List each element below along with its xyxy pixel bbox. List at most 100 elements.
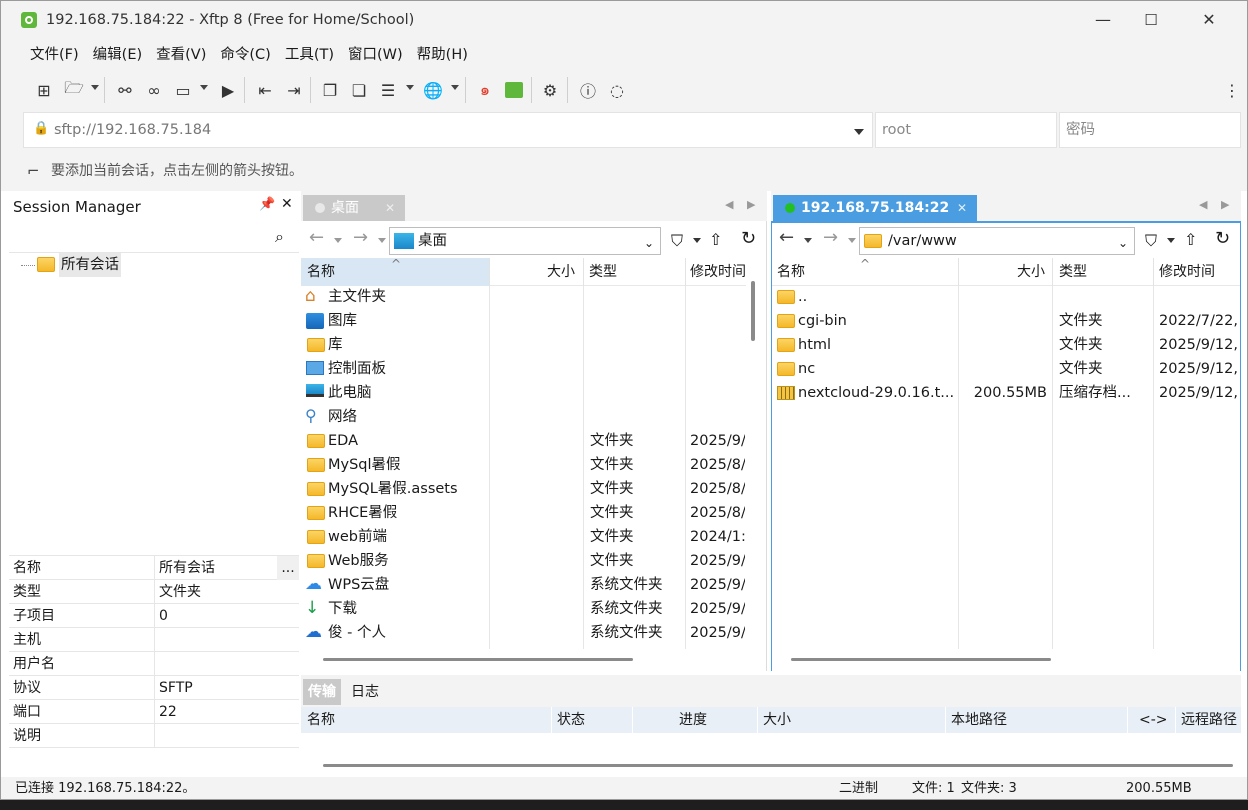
tab-scroll-left-icon[interactable]: ◀ [1199,198,1207,211]
remote-horizontal-scrollbar[interactable] [791,658,1051,661]
menu-window[interactable]: 窗口(W) [341,39,410,71]
file-row[interactable]: MySql暑假 文件夹 2025/8/ [305,453,745,477]
more-options-icon[interactable]: ⋮ [1221,79,1243,101]
tree-item-all-sessions[interactable]: 所有会话 [9,253,139,277]
file-row[interactable]: nextcloud-29.0.16.t... 200.55MB 压缩存档... 202… [775,381,1239,405]
col-transfer-local-path[interactable]: 本地路径 [951,707,1007,733]
copy-icon[interactable]: ❐ [319,79,341,101]
file-row[interactable]: 库 [305,333,745,357]
view-dropdown-icon[interactable] [406,85,414,90]
search-icon[interactable]: ⌕ [275,227,284,247]
menu-tools[interactable]: 工具(T) [278,39,341,71]
menu-view[interactable]: 查看(V) [149,39,213,71]
maximize-button[interactable]: ☐ [1131,1,1171,39]
file-row[interactable]: Web服务 文件夹 2025/9/ [305,549,745,573]
transfer-horizontal-scrollbar[interactable] [323,764,1233,767]
tab-close-icon[interactable]: ✕ [385,195,395,221]
file-row[interactable]: ☁ WPS云盘 系统文件夹 2025/9/ [305,573,745,597]
forward-dropdown-icon[interactable] [378,238,386,243]
play-icon[interactable]: ▶ [217,79,239,101]
back-icon[interactable]: ← [309,227,324,248]
file-row[interactable]: RHCE暑假 文件夹 2025/8/ [305,501,745,525]
col-modified[interactable]: 修改时间 [1159,258,1215,286]
tab-log[interactable]: 日志 [351,679,379,705]
refresh-icon[interactable]: ↻ [1215,228,1230,249]
file-row[interactable]: cgi-bin 文件夹 2022/7/22, [775,309,1239,333]
back-dropdown-icon[interactable] [334,238,342,243]
tab-scroll-left-icon[interactable]: ◀ [725,198,733,211]
remote-path-field[interactable]: /var/www ⌄ [859,227,1135,255]
session-dropdown-icon[interactable] [200,85,208,90]
minimize-button[interactable]: — [1083,1,1123,39]
paste-icon[interactable]: ❏ [348,79,370,101]
open-dropdown-icon[interactable] [91,85,99,90]
bookmark-icon[interactable]: ⛉ [1145,231,1157,251]
file-row[interactable]: ☁ 俊 - 个人 系统文件夹 2025/9/ [305,621,745,645]
file-row[interactable]: web前端 文件夹 2024/1: [305,525,745,549]
path-dropdown-icon[interactable]: ⌄ [644,236,654,250]
encoding-globe-icon[interactable]: 🌐 [422,79,444,101]
add-session-arrow-icon[interactable]: ⌐ [27,162,40,180]
close-window-button[interactable]: ✕ [1189,1,1229,39]
menu-command[interactable]: 命令(C) [213,39,277,71]
col-transfer-progress[interactable]: 进度 [679,707,707,733]
reconnect-icon[interactable]: ∞ [143,79,165,101]
col-transfer-size[interactable]: 大小 [763,707,791,733]
tab-scroll-right-icon[interactable]: ▶ [1221,198,1229,211]
file-row[interactable]: ↓ 下载 系统文件夹 2025/9/ [305,597,745,621]
forward-dropdown-icon[interactable] [848,238,856,243]
status-transfer-mode[interactable]: 二进制 [839,777,878,799]
local-path-field[interactable]: 桌面 ⌄ [389,227,661,255]
col-name[interactable]: 名称 [777,258,805,286]
session-window-icon[interactable]: ▭ [172,79,194,101]
col-name[interactable]: 名称 [307,258,335,286]
bookmark-dropdown-icon[interactable] [693,238,701,243]
col-transfer-direction[interactable]: <-> [1139,707,1168,733]
chat-icon[interactable]: ◌ [606,79,628,101]
local-horizontal-scrollbar[interactable] [323,658,633,661]
xshell-icon[interactable]: ๑ [474,79,496,101]
file-row[interactable]: ⌂ 主文件夹 [305,285,745,309]
col-size[interactable]: 大小 [547,258,575,286]
upload-icon[interactable]: ⇤ [254,79,276,101]
pin-icon[interactable]: 📌 [259,197,275,212]
open-folder-icon[interactable]: 🗁 [63,78,85,101]
back-dropdown-icon[interactable] [804,238,812,243]
password-field[interactable]: 密码 [1059,112,1241,148]
session-search-input[interactable] [9,223,299,253]
menu-help[interactable]: 帮助(H) [410,39,475,71]
col-transfer-remote-path[interactable]: 远程路径 [1181,707,1237,733]
encoding-dropdown-icon[interactable] [451,85,459,90]
url-field[interactable]: 🔒 sftp://192.168.75.184 [23,112,873,148]
file-row[interactable]: 此电脑 [305,381,745,405]
menu-file[interactable]: 文件(F) [23,39,86,71]
path-dropdown-icon[interactable]: ⌄ [1118,236,1128,250]
col-type[interactable]: 类型 [1059,258,1087,286]
disconnect-icon[interactable]: ⚯ [114,79,136,101]
bookmark-icon[interactable]: ⛉ [671,231,683,251]
more-button[interactable]: ... [277,556,299,580]
refresh-icon[interactable]: ↻ [741,228,756,249]
file-row[interactable]: nc 文件夹 2025/9/12, [775,357,1239,381]
file-row[interactable]: EDA 文件夹 2025/9/ [305,429,745,453]
col-transfer-name[interactable]: 名称 [307,707,335,733]
tab-close-icon[interactable]: ✕ [957,195,967,221]
file-row[interactable]: .. [775,285,1239,309]
file-row[interactable]: MySQL暑假.assets 文件夹 2025/8/ [305,477,745,501]
settings-gear-icon[interactable]: ⚙ [539,79,561,101]
file-row[interactable]: ⚲ 网络 [305,405,745,429]
forward-icon[interactable]: → [823,227,838,248]
local-vertical-scrollbar[interactable] [751,281,755,341]
back-icon[interactable]: ← [779,227,794,248]
forward-icon[interactable]: → [353,227,368,248]
close-panel-icon[interactable]: ✕ [281,196,293,212]
menu-edit[interactable]: 编辑(E) [86,39,149,71]
bookmark-dropdown-icon[interactable] [1167,238,1175,243]
parent-folder-icon[interactable]: ⇧ [709,230,722,249]
file-row[interactable]: 控制面板 [305,357,745,381]
col-modified[interactable]: 修改时间 [690,258,746,286]
download-icon[interactable]: ⇥ [283,79,305,101]
url-dropdown-icon[interactable] [854,129,864,135]
tab-local-desktop[interactable]: 桌面 ✕ [303,195,405,221]
col-size[interactable]: 大小 [1017,258,1045,286]
